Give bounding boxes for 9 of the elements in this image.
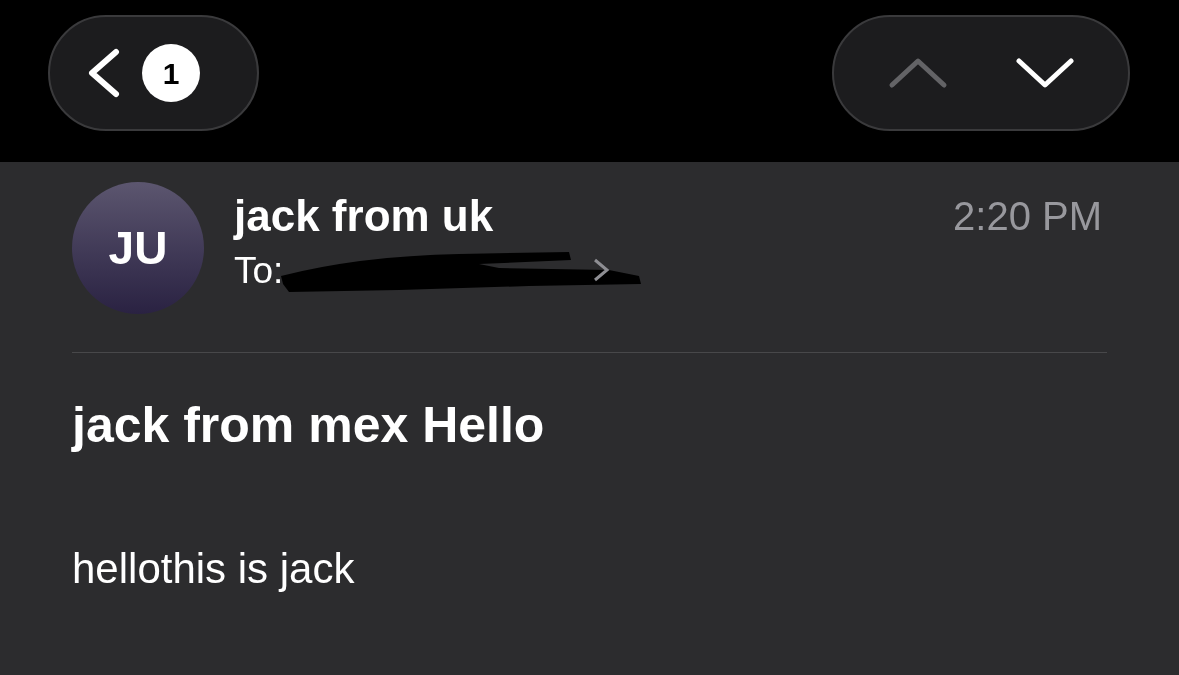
back-button[interactable]: 1 bbox=[48, 15, 259, 131]
message-time: 2:20 PM bbox=[953, 193, 1102, 240]
message-body: hellothis is jack bbox=[72, 544, 356, 594]
avatar: JU bbox=[72, 182, 204, 314]
back-icon bbox=[86, 48, 120, 98]
to-label: To: bbox=[234, 249, 284, 293]
unread-count-badge: 1 bbox=[142, 44, 200, 102]
sender-name: jack from uk bbox=[234, 190, 494, 242]
message-subject: jack from mex Hello bbox=[72, 396, 546, 455]
